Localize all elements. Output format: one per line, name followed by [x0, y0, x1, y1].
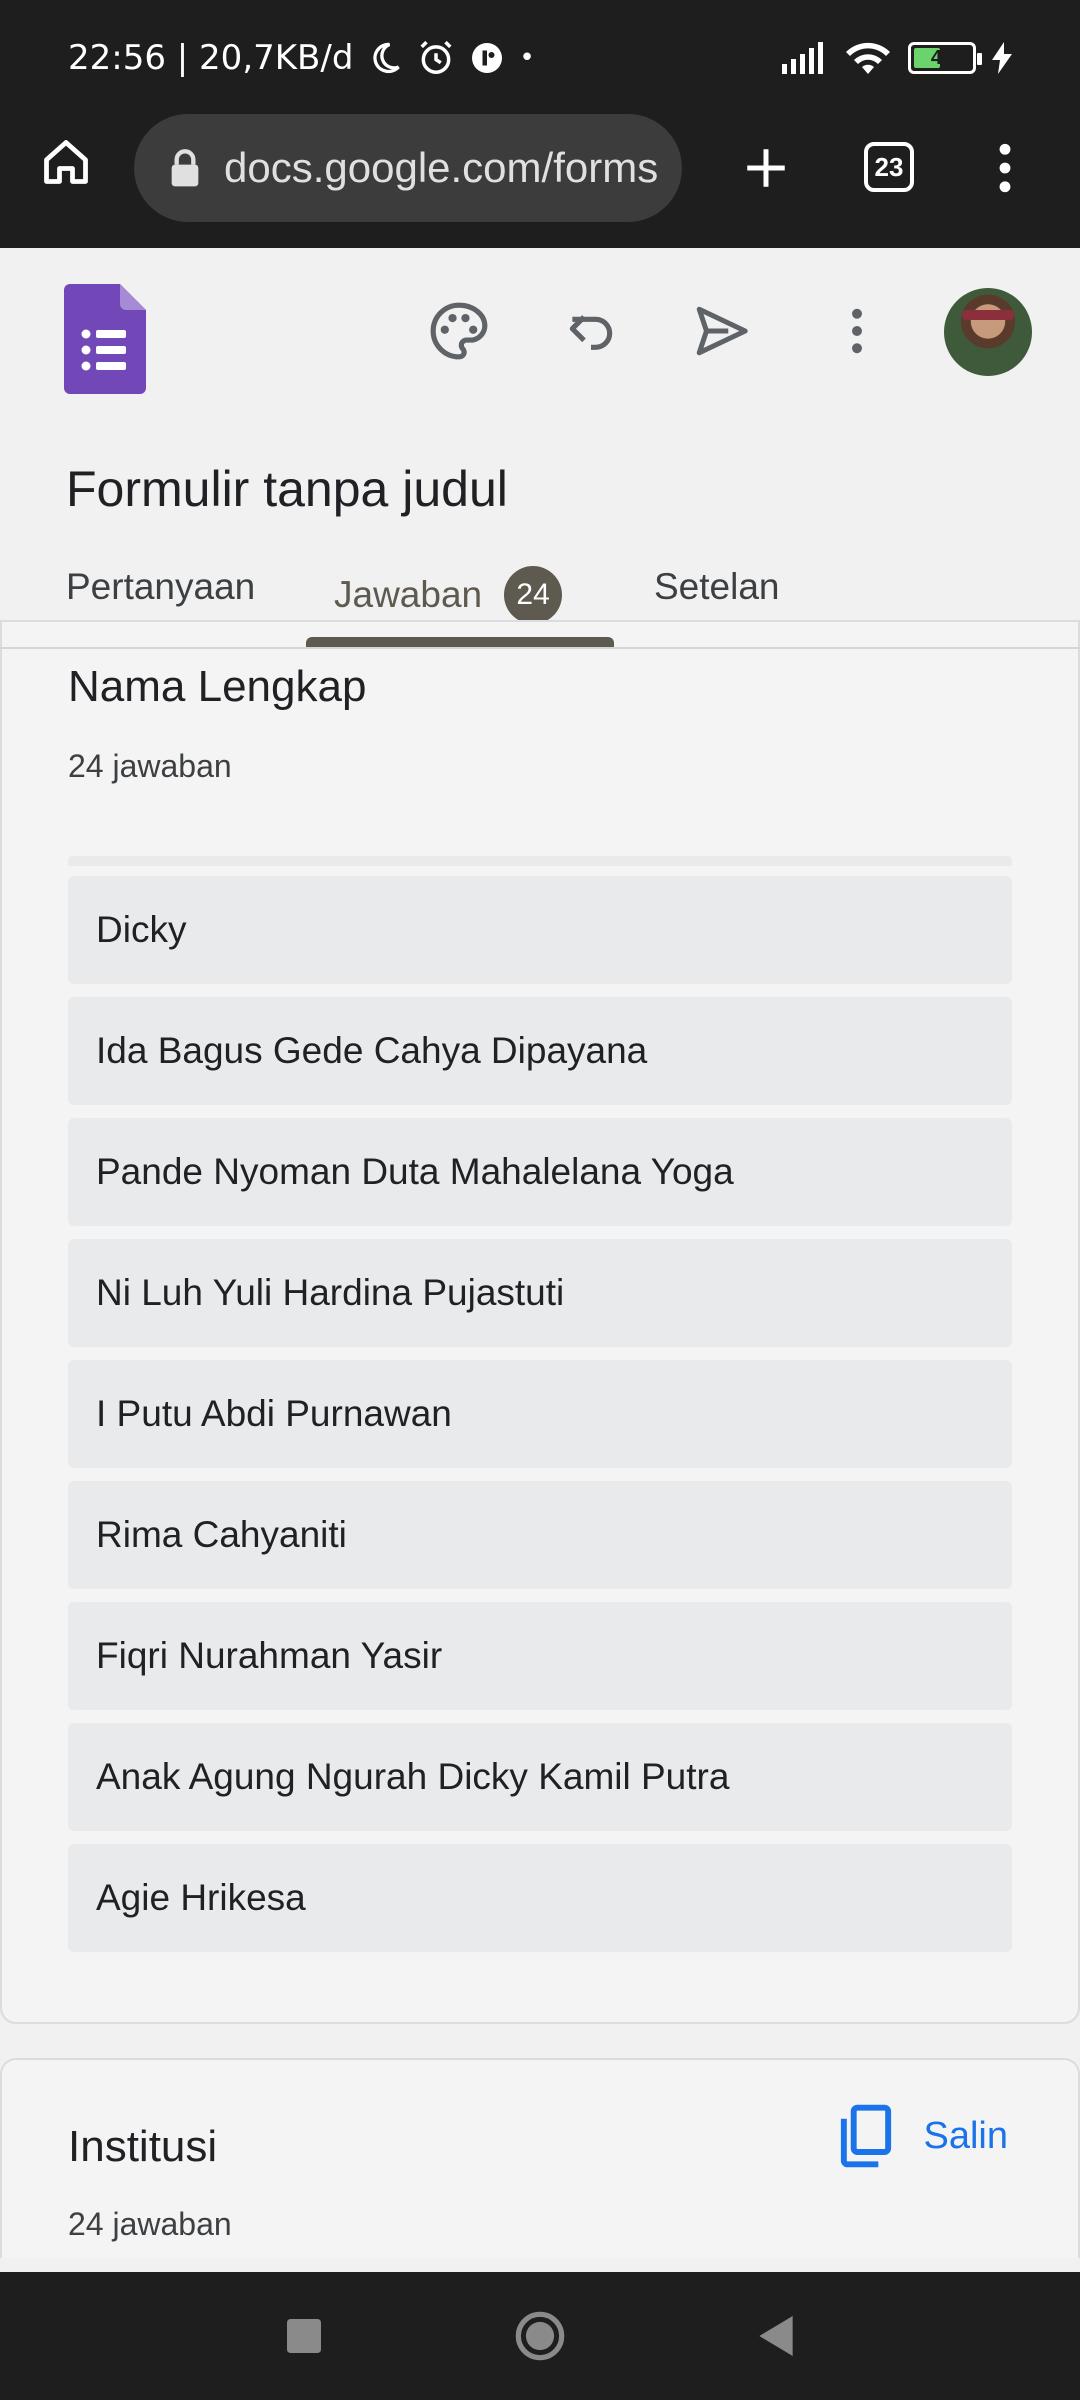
- response-count: 24 jawaban: [68, 748, 232, 784]
- copy-label: Salin: [923, 2114, 1009, 2157]
- response-list[interactable]: Dicky Ida Bagus Gede Cahya Dipayana Pande …: [68, 876, 1012, 1965]
- tab-count: 23: [864, 142, 914, 192]
- response-item: Ida Bagus Gede Cahya Dipayana: [68, 997, 1012, 1105]
- response-item: Ni Luh Yuli Hardina Pujastuti: [68, 1239, 1012, 1347]
- browser-menu-button[interactable]: [980, 138, 1030, 198]
- responses-count-badge: 24: [504, 566, 563, 624]
- tab-responses[interactable]: Jawaban 24: [334, 566, 563, 624]
- forms-header: Formulir tanpa judul Pertanyaan Jawaban …: [0, 248, 1080, 648]
- browser-toolbar: docs.google.com/forms 23: [0, 114, 1080, 248]
- tab-label: Pertanyaan: [66, 566, 256, 607]
- question-title: Institusi: [68, 2122, 218, 2171]
- response-item: Fiqri Nurahman Yasir: [68, 1602, 1012, 1710]
- header-divider: [0, 647, 1080, 649]
- more-vert-icon: [852, 308, 862, 354]
- response-list-top-edge: [68, 856, 1012, 866]
- tabs-button[interactable]: 23: [864, 142, 914, 192]
- response-count: 24 jawaban: [68, 2206, 232, 2242]
- battery-level: 46: [930, 46, 954, 69]
- palette-icon: [430, 302, 488, 360]
- tab-settings[interactable]: Setelan: [654, 566, 780, 608]
- form-title: Formulir tanpa judul: [66, 461, 508, 517]
- response-item: Pande Nyoman Duta Mahalelana Yoga: [68, 1118, 1012, 1226]
- system-nav-bar: [0, 2272, 1080, 2400]
- url-text: docs.google.com/forms: [224, 144, 659, 191]
- square-icon: [287, 2319, 321, 2353]
- status-left: 22:56 | 20,7KB/d •: [68, 36, 535, 80]
- battery-icon: 46: [908, 42, 982, 74]
- home-button[interactable]: [36, 132, 96, 192]
- more-vert-icon: [999, 143, 1011, 193]
- send-button[interactable]: [686, 296, 756, 366]
- response-item: Agie Hrikesa: [68, 1844, 1012, 1952]
- new-tab-button[interactable]: [736, 138, 796, 198]
- tab-label: Jawaban: [334, 574, 483, 615]
- response-item: I Putu Abdi Purnawan: [68, 1360, 1012, 1468]
- google-forms-icon: [64, 284, 146, 394]
- wifi-icon: [846, 42, 890, 74]
- response-item: Anak Agung Ngurah Dicky Kamil Putra: [68, 1723, 1012, 1831]
- app-notification-icon: [472, 43, 503, 73]
- plus-icon: [747, 149, 785, 187]
- back-triangle-icon: [759, 2316, 793, 2356]
- tab-label: Setelan: [654, 566, 780, 607]
- customize-theme-button[interactable]: [424, 296, 494, 366]
- tab-questions[interactable]: Pertanyaan: [66, 566, 255, 608]
- address-bar[interactable]: docs.google.com/forms: [134, 114, 682, 222]
- send-icon: [696, 306, 748, 356]
- status-time-speed: 22:56 | 20,7KB/d: [68, 38, 354, 78]
- copy-icon: [840, 2104, 891, 2168]
- back-button[interactable]: [746, 2306, 806, 2366]
- avatar-headband: [962, 310, 1014, 320]
- alarm-icon: [420, 40, 452, 74]
- charging-icon: [992, 42, 1012, 74]
- home-nav-button[interactable]: [510, 2306, 570, 2366]
- dot-icon: •: [519, 43, 535, 73]
- form-more-button[interactable]: [822, 296, 892, 366]
- avatar[interactable]: [944, 288, 1032, 376]
- forms-logo[interactable]: [64, 284, 146, 399]
- status-right: 46: [782, 36, 1012, 80]
- question-title: Nama Lengkap: [68, 662, 367, 711]
- moon-icon: [373, 42, 401, 74]
- signal-icon: [782, 42, 823, 74]
- undo-button[interactable]: [556, 296, 626, 366]
- circle-home-icon: [515, 2311, 565, 2361]
- copy-button[interactable]: Salin: [838, 2104, 1009, 2168]
- response-item: Dicky: [68, 876, 1012, 984]
- home-icon: [44, 140, 88, 184]
- response-item: Rima Cahyaniti: [68, 1481, 1012, 1589]
- screen: 22:56 | 20,7KB/d • 46 docs.google.com/fo…: [0, 0, 1080, 2400]
- undo-icon: [569, 315, 613, 350]
- lock-icon: [171, 149, 199, 187]
- recents-button[interactable]: [274, 2306, 334, 2366]
- battery-cap: [977, 53, 982, 65]
- active-tab-indicator: [306, 637, 614, 647]
- status-bar: 22:56 | 20,7KB/d • 46: [0, 0, 1080, 114]
